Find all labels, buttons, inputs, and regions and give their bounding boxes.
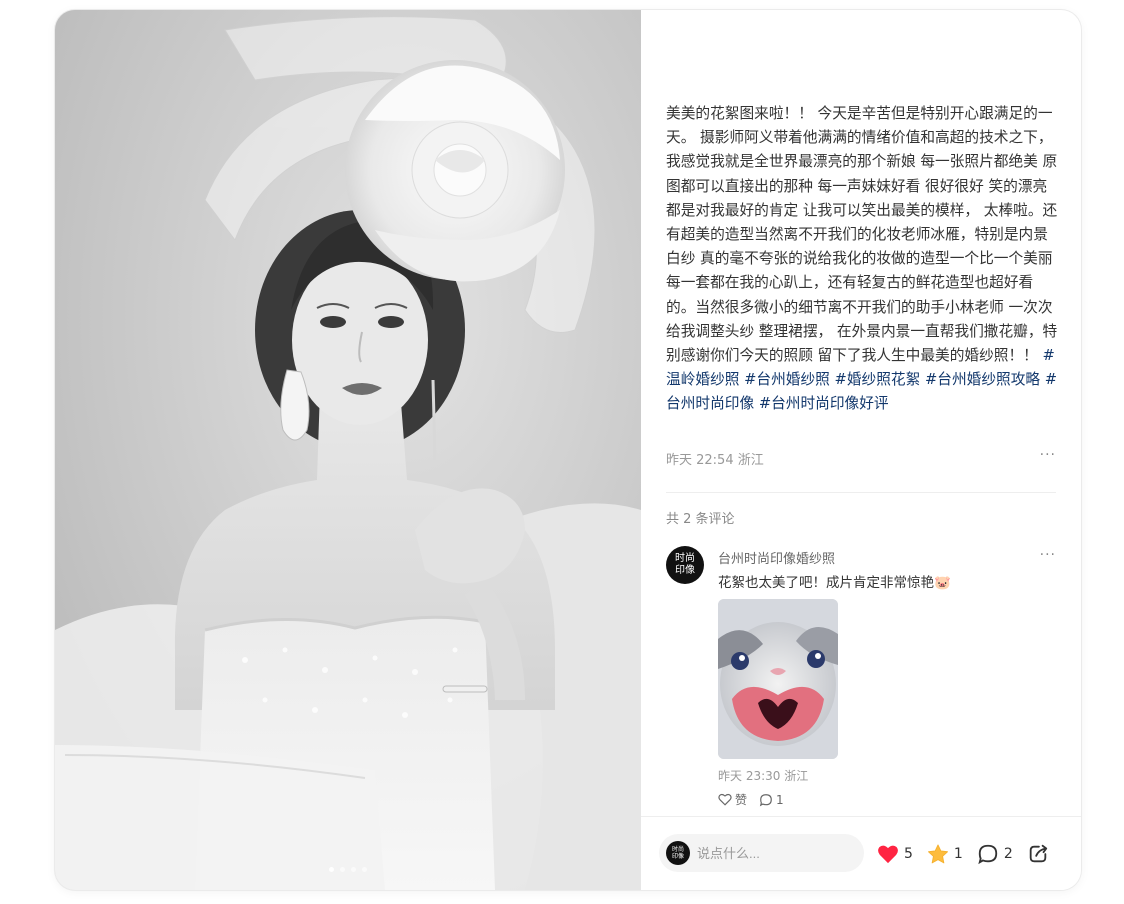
pagination-dot[interactable] xyxy=(362,867,367,872)
more-dots-icon[interactable]: ··· xyxy=(1040,447,1056,463)
comment-item: 时尚印像 台州时尚印像婚纱照 ··· 花絮也太美了吧！成片肯定非常惊艳🐷 昨天 … xyxy=(666,546,1056,816)
comment-text: 花絮也太美了吧！成片肯定非常惊艳🐷 xyxy=(718,575,951,591)
comment-actions: 赞 1 xyxy=(718,791,796,808)
comment-author[interactable]: 台州时尚印像婚纱照 xyxy=(718,548,835,567)
collect-button[interactable]: 1 xyxy=(927,843,963,865)
engagement-stats: 5 1 2 xyxy=(877,843,1054,865)
comment-sticker-image[interactable] xyxy=(718,599,838,759)
post-time-location: 昨天 22:54 浙江 xyxy=(666,453,764,468)
pagination-dot-active[interactable] xyxy=(329,867,334,872)
avatar-logo-text: 时尚印像 xyxy=(675,553,695,576)
photo-viewer[interactable] xyxy=(55,10,641,890)
avatar-logo-text: 时尚印像 xyxy=(671,846,684,860)
hashtag-link[interactable]: #台州婚纱照攻略 xyxy=(925,371,1040,388)
comment-count-label: 共 2 条评论 xyxy=(666,512,735,527)
interaction-bar: 时尚印像 5 1 xyxy=(641,816,1081,890)
hashtag-link[interactable]: #婚纱照花絮 xyxy=(835,371,921,388)
more-dots-icon[interactable]: ··· xyxy=(1040,547,1056,563)
collect-count: 1 xyxy=(953,846,963,862)
comment-count: 2 xyxy=(1003,846,1013,862)
comment-bubble-icon xyxy=(978,844,998,865)
comment-like-button[interactable]: 赞 xyxy=(718,791,747,808)
comment-input[interactable] xyxy=(697,843,857,863)
share-icon xyxy=(1029,844,1047,863)
note-card: 美美的花絮图来啦！！ 今天是辛苦但是特别开心跟满足的一天。 摄影师阿义带着他满满… xyxy=(55,10,1081,890)
avatar: 时尚印像 xyxy=(666,841,690,865)
hashtag-link[interactable]: #台州婚纱照 xyxy=(744,371,830,388)
pagination-dot[interactable] xyxy=(340,867,345,872)
post-description: 美美的花絮图来啦！！ 今天是辛苦但是特别开心跟满足的一天。 摄影师阿义带着他满满… xyxy=(666,102,1060,417)
star-icon xyxy=(927,843,948,863)
like-button[interactable]: 5 xyxy=(877,844,913,864)
share-button[interactable] xyxy=(1027,843,1054,865)
comment-input-pill[interactable]: 时尚印像 xyxy=(659,834,864,872)
comment-time-location: 昨天 23:30 浙江 xyxy=(718,769,809,783)
note-detail-panel: 美美的花絮图来啦！！ 今天是辛苦但是特别开心跟满足的一天。 摄影师阿义带着他满满… xyxy=(641,10,1081,890)
image-pagination-dots[interactable] xyxy=(55,867,641,872)
comment-like-label: 赞 xyxy=(735,793,748,807)
divider xyxy=(666,492,1056,493)
avatar[interactable]: 时尚印像 xyxy=(666,546,704,584)
like-count: 5 xyxy=(904,846,913,862)
pagination-dot[interactable] xyxy=(351,867,356,872)
comment-reply-count: 1 xyxy=(776,792,784,807)
post-meta: 昨天 22:54 浙江 ··· xyxy=(666,447,1056,468)
comment-reply-button[interactable]: 1 xyxy=(759,793,784,807)
cat-sticker-icon xyxy=(718,599,838,759)
comment-button[interactable]: 2 xyxy=(977,843,1013,865)
bridal-photo xyxy=(55,10,641,890)
post-body-text: 美美的花絮图来啦！！ 今天是辛苦但是特别开心跟满足的一天。 摄影师阿义带着他满满… xyxy=(666,105,1058,365)
heart-icon xyxy=(878,845,898,864)
heart-outline-icon xyxy=(718,793,732,806)
hashtag-link[interactable]: #台州时尚印像好评 xyxy=(759,395,889,412)
comment-bubble-icon xyxy=(759,793,772,806)
